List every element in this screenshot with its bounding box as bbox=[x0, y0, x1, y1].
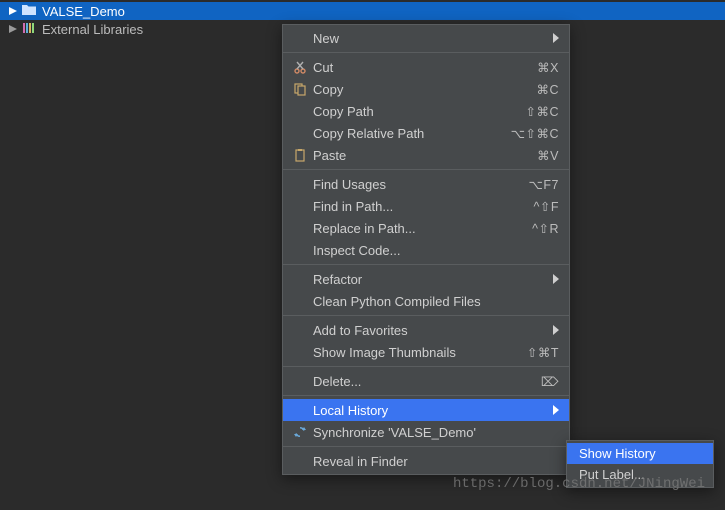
menu-separator bbox=[283, 169, 569, 170]
menu-item-reveal-finder[interactable]: Reveal in Finder bbox=[283, 450, 569, 472]
cut-icon bbox=[291, 60, 309, 74]
tree-item-label: External Libraries bbox=[40, 22, 143, 37]
menu-separator bbox=[283, 395, 569, 396]
menu-item-show-thumbnails[interactable]: Show Image Thumbnails ⇧⌘T bbox=[283, 341, 569, 363]
menu-item-copy-path[interactable]: Copy Path ⇧⌘C bbox=[283, 100, 569, 122]
menu-item-copy[interactable]: Copy ⌘C bbox=[283, 78, 569, 100]
menu-item-find-usages[interactable]: Find Usages ⌥F7 bbox=[283, 173, 569, 195]
paste-icon bbox=[291, 148, 309, 162]
menu-item-add-favorites[interactable]: Add to Favorites bbox=[283, 319, 569, 341]
menu-item-delete[interactable]: Delete... ⌦ bbox=[283, 370, 569, 392]
menu-separator bbox=[283, 264, 569, 265]
menu-separator bbox=[283, 315, 569, 316]
menu-item-new[interactable]: New bbox=[283, 27, 569, 49]
copy-icon bbox=[291, 82, 309, 96]
menu-item-replace-in-path[interactable]: Replace in Path... ^⇧R bbox=[283, 217, 569, 239]
library-icon bbox=[22, 22, 36, 37]
local-history-submenu: Show History Put Label... bbox=[566, 440, 714, 488]
menu-separator bbox=[283, 446, 569, 447]
submenu-arrow-icon bbox=[549, 272, 559, 287]
menu-separator bbox=[283, 52, 569, 53]
chevron-right-icon bbox=[8, 7, 18, 15]
menu-item-inspect-code[interactable]: Inspect Code... bbox=[283, 239, 569, 261]
submenu-item-show-history[interactable]: Show History bbox=[567, 443, 713, 464]
menu-separator bbox=[283, 366, 569, 367]
folder-icon bbox=[22, 4, 36, 19]
chevron-right-icon bbox=[8, 25, 18, 33]
submenu-arrow-icon bbox=[549, 323, 559, 338]
menu-item-local-history[interactable]: Local History bbox=[283, 399, 569, 421]
menu-item-copy-relative-path[interactable]: Copy Relative Path ⌥⇧⌘C bbox=[283, 122, 569, 144]
menu-item-find-in-path[interactable]: Find in Path... ^⇧F bbox=[283, 195, 569, 217]
menu-item-refactor[interactable]: Refactor bbox=[283, 268, 569, 290]
sync-icon bbox=[291, 425, 309, 439]
menu-item-cut[interactable]: Cut ⌘X bbox=[283, 56, 569, 78]
menu-item-paste[interactable]: Paste ⌘V bbox=[283, 144, 569, 166]
tree-item-valse-demo[interactable]: VALSE_Demo bbox=[0, 2, 725, 20]
submenu-item-put-label[interactable]: Put Label... bbox=[567, 464, 713, 485]
submenu-arrow-icon bbox=[549, 403, 559, 418]
context-menu: New Cut ⌘X Copy ⌘C Copy Path ⇧⌘C Copy Re… bbox=[282, 24, 570, 475]
menu-item-clean-compiled[interactable]: Clean Python Compiled Files bbox=[283, 290, 569, 312]
tree-item-label: VALSE_Demo bbox=[40, 4, 125, 19]
menu-item-synchronize[interactable]: Synchronize 'VALSE_Demo' bbox=[283, 421, 569, 443]
submenu-arrow-icon bbox=[549, 31, 559, 46]
